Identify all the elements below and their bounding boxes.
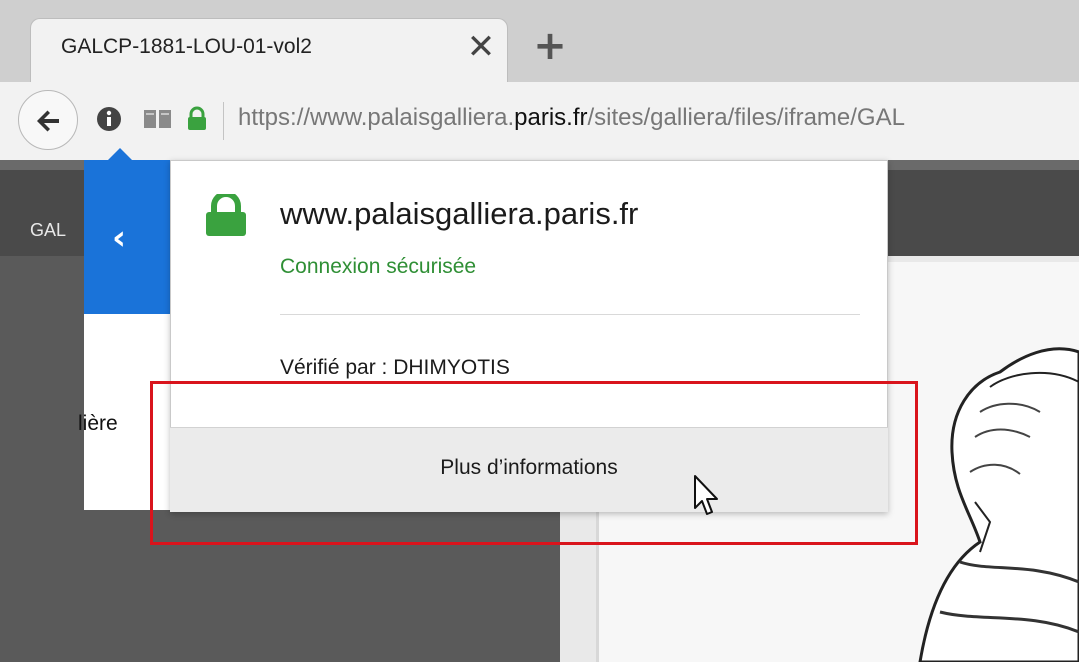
highlight-box <box>150 381 918 545</box>
lock-icon[interactable] <box>186 106 208 132</box>
url-host: paris.fr <box>514 104 588 131</box>
navigation-toolbar: https://www.palaisgalliera.paris.fr/site… <box>0 82 1079 161</box>
tab-title: GALCP-1881-LOU-01-vol2 <box>61 35 312 58</box>
browser-tab[interactable]: GALCP-1881-LOU-01-vol2 ✕ <box>30 18 508 82</box>
verified-by: Vérifié par : DHIMYOTIS <box>280 356 510 379</box>
side-text: lière <box>78 412 118 435</box>
url-prefix: https://www.palaisgalliera. <box>238 104 515 131</box>
back-arrow-icon <box>37 110 59 132</box>
back-button[interactable] <box>18 90 78 150</box>
new-tab-button[interactable]: + <box>528 24 572 68</box>
page-header-text: GAL <box>30 220 67 240</box>
url-suffix: /sites/galliera/files/iframe/GAL <box>587 104 905 131</box>
secure-lock-icon <box>206 194 246 236</box>
site-host: www.palaisgalliera.paris.fr <box>280 196 639 231</box>
popup-back-panel[interactable]: ‹ <box>84 160 170 314</box>
popup-arrow <box>108 148 132 160</box>
address-bar-url[interactable]: https://www.palaisgalliera.paris.fr/site… <box>238 104 905 132</box>
connection-status: Connexion sécurisée <box>280 255 477 278</box>
address-separator <box>223 102 224 140</box>
popup-divider <box>280 314 860 315</box>
tab-strip: GALCP-1881-LOU-01-vol2 ✕ + <box>0 0 1079 82</box>
reader-view-icon[interactable] <box>143 108 173 130</box>
info-icon[interactable] <box>96 106 122 132</box>
tab-close-icon[interactable]: ✕ <box>463 29 499 65</box>
chevron-left-icon[interactable]: ‹ <box>112 218 126 258</box>
cursor-icon <box>694 475 718 515</box>
